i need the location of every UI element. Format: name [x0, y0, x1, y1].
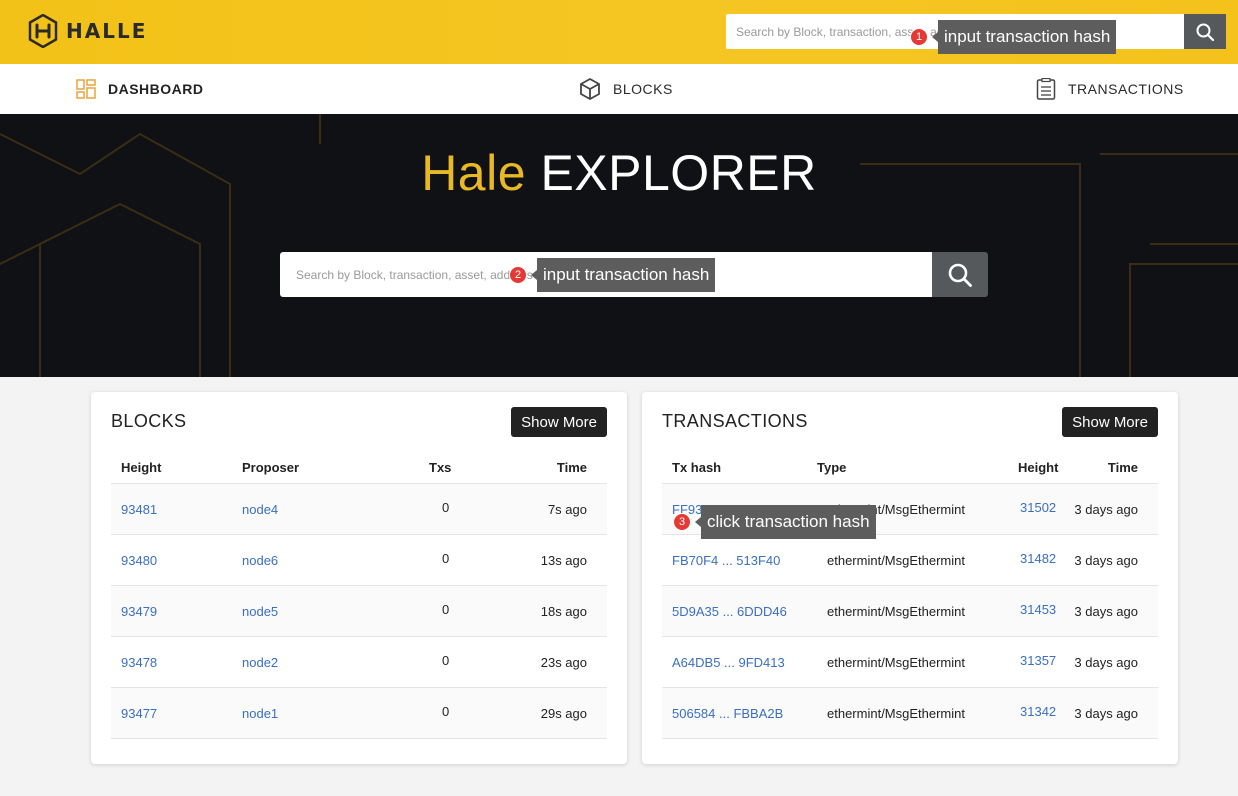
- blocks-table-body: 93481 node4 0 7s ago 93480 node6 0 13s a…: [111, 484, 607, 739]
- brand-logo[interactable]: HALLE: [28, 14, 147, 48]
- block-height-link[interactable]: 93479: [121, 586, 157, 637]
- block-time: 7s ago: [547, 502, 587, 517]
- transactions-card-title: TRANSACTIONS: [662, 411, 808, 431]
- nav-blocks-label: BLOCKS: [613, 81, 673, 97]
- hero-title-explorer: EXPLORER: [540, 145, 817, 201]
- tx-hash-link[interactable]: 506584 ... FBBA2B: [672, 688, 783, 739]
- tx-hash-link[interactable]: 5D9A35 ... 6DDD46: [672, 586, 787, 637]
- block-txs: 0: [442, 500, 450, 515]
- block-txs: 0: [442, 653, 450, 668]
- proposer-link[interactable]: node2: [242, 637, 278, 688]
- proposer-link[interactable]: node6: [242, 535, 278, 586]
- proposer-link[interactable]: node5: [242, 586, 278, 637]
- proposer-link[interactable]: node1: [242, 688, 278, 739]
- column-header: Tx hash: [672, 460, 722, 475]
- block-time: 29s ago: [540, 706, 587, 721]
- block-txs: 0: [442, 602, 450, 617]
- hero-title-hale: Hale: [421, 145, 527, 201]
- blocks-card-title: BLOCKS: [111, 411, 187, 431]
- blocks-show-more-button[interactable]: Show More: [511, 407, 607, 437]
- table-row: 93477 node1 0 29s ago: [111, 688, 607, 739]
- column-header: Txs: [429, 460, 452, 475]
- transactions-table-header: Tx hash Type Height Time: [662, 452, 1158, 484]
- block-height-link[interactable]: 93481: [121, 484, 157, 535]
- brand-name: HALLE: [66, 19, 148, 43]
- nav-dashboard-label: DASHBOARD: [108, 81, 204, 97]
- annotation-number: 2: [509, 266, 527, 284]
- table-row: 5D9A35 ... 6DDD46 ethermint/MsgEthermint…: [662, 586, 1158, 637]
- annotation-label: click transaction hash: [701, 505, 876, 539]
- search-icon: [1196, 23, 1215, 41]
- hero-title: Hale EXPLORER: [0, 144, 1238, 202]
- tx-time: 3 days ago: [1074, 706, 1138, 721]
- halle-logo-icon: [28, 14, 58, 48]
- tx-height-link[interactable]: 31453: [1020, 586, 1056, 634]
- block-time: 13s ago: [540, 553, 587, 568]
- tx-hash-link[interactable]: A64DB5 ... 9FD413: [672, 637, 785, 688]
- column-header: Proposer: [242, 460, 300, 475]
- tx-time: 3 days ago: [1074, 502, 1138, 517]
- hero-banner: Hale EXPLORER: [0, 114, 1238, 377]
- tx-type: ethermint/MsgEthermint: [827, 655, 965, 670]
- table-row: 93479 node5 0 18s ago: [111, 586, 607, 637]
- blocks-table-header: Height Proposer Txs Time: [111, 452, 607, 484]
- tx-height-link[interactable]: 31482: [1020, 535, 1056, 583]
- block-height-link[interactable]: 93477: [121, 688, 157, 739]
- annotation-label: input transaction hash: [537, 258, 716, 292]
- blocks-card: BLOCKS Show More Height Proposer Txs Tim…: [91, 392, 627, 764]
- column-header: Height: [1018, 460, 1059, 475]
- column-header: Type: [817, 460, 847, 475]
- annotation-2: 2 input transaction hash: [509, 258, 716, 292]
- table-row: FB70F4 ... 513F40 ethermint/MsgEthermint…: [662, 535, 1158, 586]
- column-header: Time: [1107, 460, 1138, 475]
- column-header: Height: [121, 460, 162, 475]
- block-txs: 0: [442, 704, 450, 719]
- table-row: 93478 node2 0 23s ago: [111, 637, 607, 688]
- column-header: Time: [556, 460, 587, 475]
- nav-dashboard[interactable]: DASHBOARD: [76, 64, 204, 114]
- block-height-link[interactable]: 93480: [121, 535, 157, 586]
- search-icon: [948, 263, 972, 287]
- main-nav: DASHBOARD BLOCKS TRANSACTIONS: [0, 64, 1238, 114]
- transactions-card: TRANSACTIONS Show More Tx hash Type Heig…: [642, 392, 1178, 764]
- table-row: 93480 node6 0 13s ago: [111, 535, 607, 586]
- nav-transactions[interactable]: TRANSACTIONS: [1036, 64, 1184, 114]
- tx-type: ethermint/MsgEthermint: [827, 553, 965, 568]
- tx-type: ethermint/MsgEthermint: [827, 706, 965, 721]
- nav-transactions-label: TRANSACTIONS: [1068, 81, 1184, 97]
- tx-time: 3 days ago: [1074, 604, 1138, 619]
- annotation-number: 3: [673, 513, 691, 531]
- header-search-button[interactable]: [1184, 14, 1226, 49]
- block-time: 18s ago: [540, 604, 587, 619]
- table-row: A64DB5 ... 9FD413 ethermint/MsgEthermint…: [662, 637, 1158, 688]
- table-row: 506584 ... FBBA2B ethermint/MsgEthermint…: [662, 688, 1158, 739]
- annotation-3: 3 click transaction hash: [673, 505, 876, 539]
- tx-height-link[interactable]: 31342: [1020, 688, 1056, 736]
- cube-icon: [580, 77, 600, 101]
- block-time: 23s ago: [540, 655, 587, 670]
- tx-time: 3 days ago: [1074, 655, 1138, 670]
- tx-type: ethermint/MsgEthermint: [827, 604, 965, 619]
- tx-hash-link[interactable]: FB70F4 ... 513F40: [672, 535, 780, 586]
- dashboard-icon: [76, 79, 96, 99]
- annotation-number: 1: [910, 28, 928, 46]
- table-row: 93481 node4 0 7s ago: [111, 484, 607, 535]
- tx-time: 3 days ago: [1074, 553, 1138, 568]
- tx-height-link[interactable]: 31502: [1020, 484, 1056, 532]
- block-height-link[interactable]: 93478: [121, 637, 157, 688]
- annotation-label: input transaction hash: [938, 20, 1117, 54]
- nav-blocks[interactable]: BLOCKS: [579, 64, 673, 114]
- tx-height-link[interactable]: 31357: [1020, 637, 1056, 685]
- block-txs: 0: [442, 551, 450, 566]
- annotation-1: 1 input transaction hash: [910, 20, 1117, 54]
- proposer-link[interactable]: node4: [242, 484, 278, 535]
- transactions-show-more-button[interactable]: Show More: [1062, 407, 1158, 437]
- hero-search-button[interactable]: [932, 252, 988, 297]
- document-list-icon: [1036, 78, 1056, 100]
